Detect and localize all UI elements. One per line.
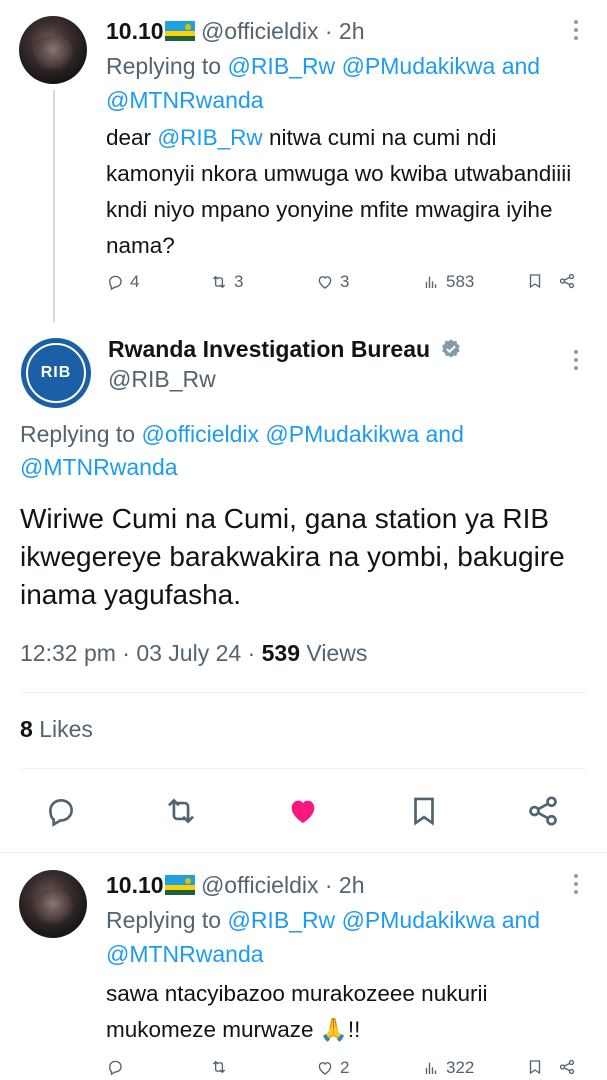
divider	[20, 768, 587, 769]
rwanda-flag-icon	[164, 875, 195, 895]
tweet-actions: 2 322	[106, 1058, 586, 1080]
repost-icon	[168, 798, 194, 824]
main-tweet-actions	[0, 788, 607, 834]
avatar[interactable]	[19, 870, 87, 938]
mention-link[interactable]: @MTNRwanda	[106, 87, 264, 113]
reply-icon	[109, 1060, 122, 1076]
tweet-text-part: dear	[106, 125, 152, 150]
divider	[20, 692, 587, 693]
mention-link[interactable]: @RIB_Rw	[227, 53, 335, 79]
divider	[0, 852, 607, 853]
tweet-header: 10.10 @officieldix · 2h	[106, 16, 365, 46]
replying-to: Replying to @RIB_Rw @PMudakikwa and @MTN…	[106, 903, 586, 971]
like-count: 3	[340, 272, 350, 291]
replying-label: Replying to	[106, 53, 222, 79]
author-name[interactable]: 10.10	[106, 872, 164, 898]
rib-logo: RIB	[26, 343, 86, 403]
tweet-time[interactable]: · 2h	[325, 872, 365, 898]
bookmark-icon	[414, 797, 434, 826]
views-count: 539	[261, 640, 300, 666]
reply-button[interactable]: 4	[106, 272, 139, 292]
likes-summary[interactable]: 8 Likes	[20, 716, 93, 743]
tweet-timestamp[interactable]: 12:32 pm · 03 July 24 ·	[20, 640, 255, 666]
reply-button[interactable]	[42, 792, 80, 830]
share-button[interactable]	[558, 1058, 576, 1076]
mention-link[interactable]: @PMudakikwa	[265, 421, 419, 447]
likes-count: 8	[20, 716, 33, 742]
tweet-actions: 4 3 3 583	[106, 272, 586, 298]
analytics-icon	[425, 276, 437, 288]
repost-button[interactable]: 3	[210, 272, 243, 292]
replying-and[interactable]: and	[502, 53, 540, 79]
like-button[interactable]	[284, 792, 322, 830]
replying-and[interactable]: and	[426, 421, 464, 447]
verified-badge-icon[interactable]	[440, 338, 462, 360]
repost-icon	[212, 1060, 226, 1074]
likes-label: Likes	[39, 716, 93, 742]
reply-count: 4	[130, 272, 140, 291]
rwanda-flag-icon	[164, 21, 195, 41]
avatar[interactable]	[19, 16, 87, 84]
tweet-meta: 12:32 pm · 03 July 24 · 539 Views	[20, 640, 367, 667]
bookmark-button[interactable]	[526, 272, 544, 290]
reply-icon	[109, 275, 122, 291]
tweet-text: dear @RIB_Rw nitwa cumi na cumi ndi kamo…	[106, 120, 576, 264]
tweet-time[interactable]: · 2h	[325, 18, 365, 44]
heart-icon	[318, 276, 332, 289]
views-button[interactable]: 583	[422, 272, 474, 292]
repost-count: 3	[234, 272, 244, 291]
mention-link[interactable]: @PMudakikwa	[342, 53, 496, 79]
author-name-text: Rwanda Investigation Bureau	[108, 336, 431, 362]
mention-link[interactable]: @RIB_Rw	[227, 907, 335, 933]
reply-button[interactable]	[106, 1058, 124, 1076]
avatar[interactable]: RIB	[21, 338, 91, 408]
views-label: Views	[306, 640, 368, 666]
mention-link[interactable]: @officieldix	[141, 421, 259, 447]
replying-label: Replying to	[20, 421, 136, 447]
tweet-text: sawa ntacyibazoo murakozeee nukurii muko…	[106, 981, 488, 1042]
views-count: 322	[446, 1058, 475, 1077]
share-button[interactable]	[558, 272, 576, 290]
like-button[interactable]: 2	[316, 1058, 349, 1078]
share-icon	[559, 273, 575, 289]
views-button[interactable]: 322	[422, 1058, 474, 1078]
author-handle[interactable]: @officieldix	[201, 872, 319, 898]
share-icon	[559, 1059, 575, 1075]
author-name[interactable]: 10.10	[106, 18, 164, 44]
author-name[interactable]: Rwanda Investigation Bureau	[108, 336, 462, 363]
mention-link[interactable]: @RIB_Rw	[157, 125, 262, 150]
like-button[interactable]: 3	[316, 272, 349, 292]
more-options-icon[interactable]	[573, 350, 579, 372]
bookmark-icon	[529, 1060, 541, 1075]
share-icon	[529, 796, 557, 826]
replying-and[interactable]: and	[502, 907, 540, 933]
replying-label: Replying to	[106, 907, 222, 933]
repost-icon	[212, 275, 226, 289]
repost-button[interactable]	[162, 792, 200, 830]
repost-button[interactable]	[210, 1058, 228, 1076]
mention-link[interactable]: @PMudakikwa	[342, 907, 496, 933]
author-handle[interactable]: @officieldix	[201, 18, 319, 44]
tweet-text: Wiriwe Cumi na Cumi, gana station ya RIB…	[20, 503, 565, 610]
like-count: 2	[340, 1058, 350, 1077]
more-options-icon[interactable]	[573, 874, 579, 896]
heart-icon	[318, 1062, 332, 1075]
views-count: 583	[446, 272, 475, 291]
tweet-header: 10.10 @officieldix · 2h	[106, 870, 365, 900]
thread-connector-line	[53, 90, 55, 322]
mention-link[interactable]: @MTNRwanda	[20, 454, 178, 480]
heart-filled-icon	[291, 800, 315, 824]
more-options-icon[interactable]	[573, 20, 579, 42]
replying-to: Replying to @officieldix @PMudakikwa and…	[20, 418, 580, 484]
mention-link[interactable]: @MTNRwanda	[106, 941, 264, 967]
share-button[interactable]	[524, 792, 562, 830]
author-handle[interactable]: @RIB_Rw	[108, 366, 216, 393]
analytics-icon	[425, 1062, 437, 1074]
bookmark-button[interactable]	[405, 792, 443, 830]
replying-to: Replying to @RIB_Rw @PMudakikwa and @MTN…	[106, 49, 586, 117]
bookmark-icon	[529, 274, 541, 289]
bookmark-button[interactable]	[526, 1058, 544, 1076]
reply-icon	[49, 799, 73, 827]
